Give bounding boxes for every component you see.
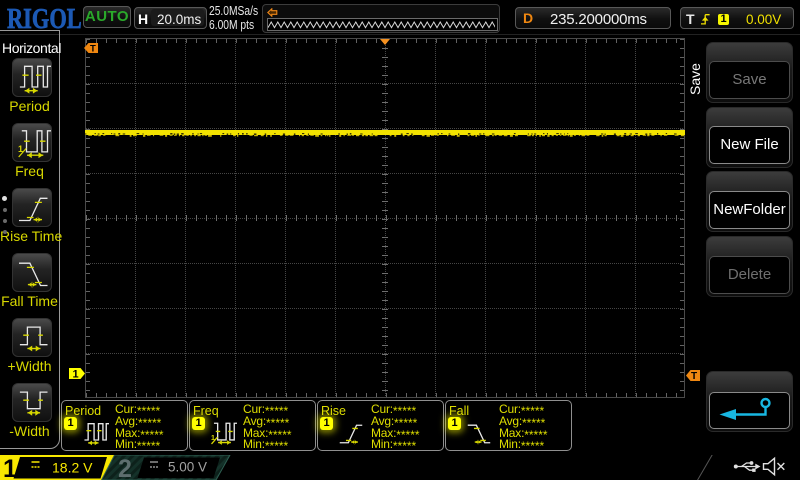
svg-text:2: 2	[118, 455, 132, 480]
svg-text:1: 1	[73, 369, 79, 380]
svg-text:T: T	[90, 44, 96, 53]
svg-text:18.2 V: 18.2 V	[52, 460, 93, 476]
svg-text:T: T	[691, 371, 697, 381]
svg-text:1: 1	[3, 455, 17, 480]
svg-text:5.00 V: 5.00 V	[168, 460, 207, 475]
